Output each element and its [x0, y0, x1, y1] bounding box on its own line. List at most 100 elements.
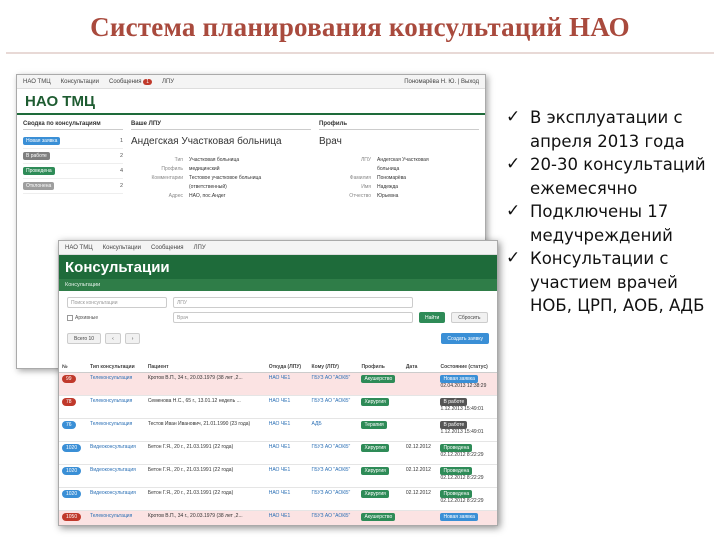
nav-messages-link[interactable]: Сообщения — [151, 245, 184, 251]
nav-consultations-link[interactable]: Консультации — [103, 245, 141, 251]
field-key: Фамилия — [349, 174, 371, 181]
archive-checkbox[interactable]: Архивные — [67, 314, 167, 321]
search-input[interactable]: Поиск консультации — [67, 297, 167, 308]
cell-from[interactable]: НАО ЧЕ1 — [265, 510, 309, 525]
summary-row[interactable]: В работе 2 — [23, 149, 123, 164]
nav-messages-link[interactable]: Сообщения 1 — [109, 78, 153, 85]
nav-home-link[interactable]: НАО ТМЦ — [65, 245, 93, 251]
cell-id: 1050 — [59, 510, 88, 525]
column-header[interactable]: Откуда (ЛПУ) — [265, 350, 309, 373]
checkmark-icon: ✓ — [506, 107, 521, 127]
field-value: Участковая больница — [189, 156, 240, 163]
breadcrumb[interactable]: Консультации — [59, 279, 497, 291]
next-page-button[interactable]: › — [124, 333, 141, 344]
status-tag: Отклонена — [23, 182, 55, 190]
cell-profile: Хирургия — [358, 464, 403, 488]
table-row[interactable]: 1050 Телеконсультация Кротов В.П., 34 г., … — [59, 510, 497, 525]
cell-type-link[interactable]: Телеконсультация — [87, 395, 145, 419]
cell-id: 1020 — [59, 487, 88, 511]
cell-from[interactable]: НАО ЧЕ1 — [265, 372, 309, 396]
column-header[interactable]: № — [59, 350, 88, 373]
cell-patient: Кротов В.П., 34 г., 20.03.1979 (38 лет ,… — [144, 510, 266, 525]
cell-to[interactable]: ГБУЗ АО "АОКБ" — [308, 487, 359, 511]
summary-row[interactable]: Проведена 4 — [23, 164, 123, 179]
checkmark-icon: ✓ — [506, 154, 521, 174]
cell-status: Новая заявка 02.04.2013 12:38:29 — [437, 372, 497, 396]
cell-to[interactable]: ГБУЗ АО "АОКБ" — [308, 441, 359, 465]
nav-lpu-link[interactable]: ЛПУ — [194, 245, 206, 251]
org-name: Андегская Участковая больница — [131, 136, 282, 147]
per-page-select[interactable]: Всего 10 — [67, 333, 102, 344]
reset-button[interactable]: Сбросить — [451, 312, 488, 323]
cell-type-link[interactable]: Видеоконсультация — [87, 464, 145, 488]
profile-panel: Профиль Врач ЛПУ Андегская Участковая боль… — [319, 121, 479, 200]
top-navigation: НАО ТМЦ Консультации Сообщения 1 ЛПУ Пон… — [17, 75, 485, 89]
profile-tag: Акушерство — [361, 512, 396, 521]
cell-from[interactable]: НАО ЧЕ1 — [265, 395, 309, 419]
cell-to[interactable]: ГБУЗ АО "АОКБ" — [308, 464, 359, 488]
profile-tag: Терапия — [361, 420, 387, 429]
lpu-panel-title: Ваше ЛПУ — [131, 121, 311, 130]
cell-patient: Тестов Иван Иванович, 21.01.1990 (23 год… — [144, 418, 266, 442]
cell-to[interactable]: ГБУЗ АО "АОКБ" — [308, 372, 359, 396]
cell-type-link[interactable]: Телеконсультация — [87, 372, 145, 396]
column-header[interactable]: Состояние (статус) — [437, 350, 497, 373]
cell-patient: Кротов В.П., 34 г., 20.03.1979 (38 лет ,… — [144, 372, 266, 396]
cell-from[interactable]: НАО ЧЕ1 — [265, 418, 309, 442]
table-row[interactable]: 1020 Видеоконсультация Бетон Г.Я., 20 г., … — [59, 487, 497, 511]
summary-row[interactable]: Новая заявка 1 — [23, 134, 123, 149]
consultations-header: Консультации — [59, 255, 497, 279]
cell-from[interactable]: НАО ЧЕ1 — [265, 441, 309, 465]
summary-row[interactable]: Отклонена 2 — [23, 179, 123, 194]
profile-field: Имя Надежда — [319, 182, 479, 191]
create-request-button[interactable]: Создать заявку — [441, 333, 489, 344]
cell-to[interactable]: ГБУЗ АО "АОКБ" — [308, 510, 359, 525]
field-key: Имя — [361, 183, 371, 190]
status-badge: Новая заявка — [440, 374, 478, 383]
org-field: Тип Участковая больница — [131, 155, 311, 164]
field-value: медицинский — [189, 165, 220, 172]
archive-label: Архивные — [75, 314, 99, 321]
field-value: больница — [377, 165, 400, 172]
table-row[interactable]: 1020 Видеоконсультация Бетон Г.Я., 20 г., … — [59, 441, 497, 465]
lpu-filter-input[interactable]: ЛПУ — [173, 297, 413, 308]
column-header[interactable]: Кому (ЛПУ) — [308, 350, 359, 373]
table-row[interactable]: 1020 Видеоконсультация Бетон Г.Я., 20 г., … — [59, 464, 497, 488]
column-header[interactable]: Профиль — [358, 350, 403, 373]
consultations-screenshot: НАО ТМЦ Консультации Сообщения ЛПУ Консу… — [58, 240, 498, 526]
column-header[interactable]: Пациент — [144, 350, 266, 373]
cell-from[interactable]: НАО ЧЕ1 — [265, 487, 309, 511]
table-row[interactable]: 76 Телеконсультация Тестов Иван Иванович, … — [59, 418, 497, 442]
field-key: Комментарии — [151, 174, 184, 181]
find-button[interactable]: Найти — [419, 312, 446, 323]
cell-to[interactable]: ГБУЗ АО "АОКБ" — [308, 395, 359, 419]
user-menu[interactable]: Пономарёва Н. Ю. | Выход — [404, 79, 479, 85]
column-header[interactable]: Дата — [402, 350, 438, 373]
nav-home-link[interactable]: НАО ТМЦ — [23, 79, 51, 85]
doctor-filter-input[interactable]: Врач — [173, 312, 413, 323]
cell-status: В работе 1.12.2013 15:49:01 — [437, 395, 497, 419]
cell-type-link[interactable]: Видеоконсультация — [87, 441, 145, 465]
cell-type-link[interactable]: Телеконсультация — [87, 418, 145, 442]
cell-type-link[interactable]: Видеоконсультация — [87, 487, 145, 511]
table-row[interactable]: 78 Телеконсультация Семенова Н.С., 65 г., … — [59, 395, 497, 419]
key-fact-text: В эксплуатации с апреля 2013 года — [530, 108, 685, 151]
field-value: (ответственный) — [189, 183, 227, 190]
cell-type-link[interactable]: Телеконсультация — [87, 510, 145, 525]
table-row[interactable]: 99 Телеконсультация Кротов В.П., 34 г., 20… — [59, 372, 497, 396]
nav-lpu-link[interactable]: ЛПУ — [162, 79, 174, 85]
summary-panel: Сводка по консультациям Новая заявка 1 В р… — [23, 121, 123, 200]
cell-to[interactable]: АДБ — [308, 418, 359, 442]
nav-consultations-link[interactable]: Консультации — [61, 79, 99, 85]
cell-id: 1020 — [59, 441, 88, 465]
cell-date: 02.12.2012 — [402, 441, 438, 465]
cell-from[interactable]: НАО ЧЕ1 — [265, 464, 309, 488]
status-badge: В работе — [440, 420, 468, 429]
prev-page-button[interactable]: ‹ — [105, 333, 121, 344]
cell-status: Проведена 02.12.2012 8:22:29 — [437, 441, 497, 465]
cell-status: Новая заявка — [437, 510, 497, 525]
profile-field: Отчество Юрьевна — [319, 191, 479, 200]
id-badge: 76 — [62, 420, 76, 429]
cell-date — [402, 372, 438, 396]
column-header[interactable]: Тип консультации — [87, 350, 145, 373]
